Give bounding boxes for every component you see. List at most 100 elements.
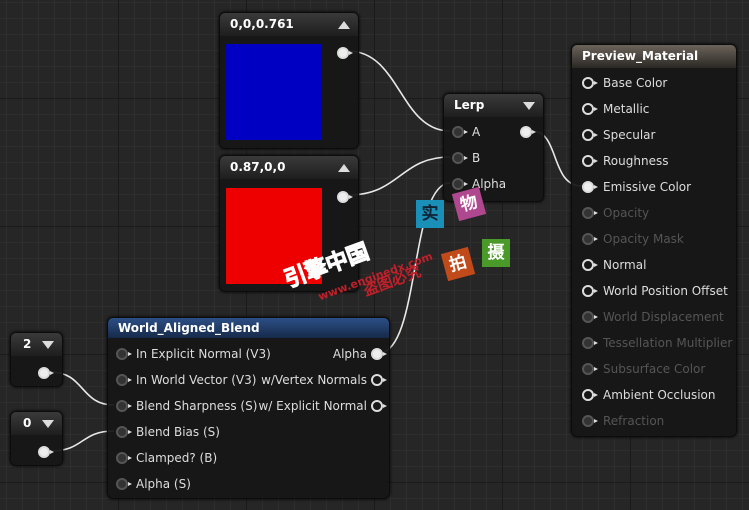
input-pin[interactable] [582,337,598,349]
collapse-arrow-icon[interactable] [338,21,350,29]
input-label: B [472,151,481,165]
input-pin-b[interactable] [452,152,468,164]
expand-arrow-icon[interactable] [42,341,54,349]
wire-blue-to-lerp-a [347,50,451,132]
input-label: Specular [603,128,656,142]
input-pin[interactable] [582,233,598,245]
output-row[interactable]: w/ Explicit Normal [258,397,387,415]
expand-arrow-icon[interactable] [523,102,535,110]
input-label: World Displacement [603,310,724,324]
node-value: 2 [23,337,32,351]
input-label: Blend Sharpness (S) [136,399,258,413]
input-pin[interactable] [582,77,598,89]
output-pin[interactable] [371,400,387,412]
input-pin[interactable] [582,259,598,271]
input-label: Tessellation Multiplier [603,336,733,350]
input-label: Roughness [603,154,669,168]
constant-node-0[interactable]: 0 [10,411,63,466]
input-label: Opacity Mask [603,232,684,246]
input-label: In Explicit Normal (V3) [136,347,271,361]
input-pin[interactable] [116,426,132,438]
material-input-row[interactable]: Refraction [582,412,664,430]
material-input-row[interactable]: Metallic [582,100,649,118]
material-input-row[interactable]: Tessellation Multiplier [582,334,732,352]
material-input-row[interactable]: World Displacement [582,308,724,326]
material-input-row[interactable]: Base Color [582,74,667,92]
input-pin[interactable] [116,348,132,360]
input-pin[interactable] [582,207,598,219]
input-row[interactable]: Blend Sharpness (S) [116,397,257,415]
input-label: Metallic [603,102,650,116]
node-title: 0,0,0.761 [230,17,294,31]
input-pin[interactable] [582,285,598,297]
input-row[interactable]: Alpha (S) [116,475,191,493]
input-pin[interactable] [582,129,598,141]
input-pin[interactable] [116,374,132,386]
lerp-node[interactable]: Lerp A B Alpha [443,93,544,202]
input-row[interactable]: Blend Bias (S) [116,423,220,441]
input-pin[interactable] [582,363,598,375]
output-label: Alpha [332,347,367,361]
output-label: w/Vertex Normals [261,373,367,387]
input-label: Blend Bias (S) [136,425,220,439]
input-label: Refraction [603,414,665,428]
node-title: World_Aligned_Blend [118,321,260,335]
input-label: In World Vector (V3) [136,373,257,387]
input-pin[interactable] [116,452,132,464]
collapse-arrow-icon[interactable] [338,164,350,172]
output-pin[interactable] [520,126,536,138]
input-pin[interactable] [582,181,598,193]
world-aligned-blend-node[interactable]: World_Aligned_Blend In Explicit Normal (… [107,317,390,499]
input-row[interactable]: In Explicit Normal (V3) [116,345,271,363]
input-pin[interactable] [582,415,598,427]
material-input-row[interactable]: Ambient Occlusion [582,386,715,404]
watermark-tile: 摄 [482,239,510,267]
input-label: Base Color [603,76,668,90]
material-input-row[interactable]: Opacity Mask [582,230,684,248]
output-pin[interactable] [337,191,353,203]
input-label: Clamped? (B) [136,451,218,465]
material-input-row[interactable]: World Position Offset [582,282,728,300]
input-label: Normal [603,258,647,272]
input-row[interactable]: In World Vector (V3) [116,371,256,389]
input-row[interactable]: Clamped? (B) [116,449,217,467]
node-title: Lerp [454,98,485,112]
input-pin[interactable] [582,389,598,401]
input-label: Subsurface Color [603,362,706,376]
material-input-row[interactable]: Subsurface Color [582,360,705,378]
output-pin[interactable] [38,446,54,458]
output-pin[interactable] [38,367,54,379]
output-pin[interactable] [337,47,353,59]
material-input-row[interactable]: Emissive Color [582,178,691,196]
material-input-row[interactable]: Opacity [582,204,649,222]
expand-arrow-icon[interactable] [42,420,54,428]
input-label: Emissive Color [603,180,692,194]
material-input-row[interactable]: Roughness [582,152,668,170]
watermark-tile: 实 [416,200,444,228]
constant-node-2[interactable]: 2 [10,332,63,387]
output-row[interactable]: Alpha [332,345,387,363]
material-input-row[interactable]: Specular [582,126,655,144]
input-pin[interactable] [116,478,132,490]
input-pin[interactable] [116,400,132,412]
input-label: Ambient Occlusion [603,388,716,402]
input-pin[interactable] [582,155,598,167]
output-label: w/ Explicit Normal [258,399,367,413]
input-label: Opacity [603,206,650,220]
wire-red-to-lerp-b [347,156,451,196]
input-label: Alpha (S) [136,477,191,491]
input-pin[interactable] [582,311,598,323]
material-input-row[interactable]: Normal [582,256,646,274]
output-pin[interactable] [371,348,387,360]
input-label: World Position Offset [603,284,728,298]
preview-material-node[interactable]: Preview_Material Base Color Metallic Specu… [571,44,737,437]
input-pin[interactable] [582,103,598,115]
vector-param-node-blue[interactable]: 0,0,0.761 [219,12,359,149]
output-row[interactable]: w/Vertex Normals [261,371,387,389]
input-pin-a[interactable] [452,126,468,138]
output-pin[interactable] [371,374,387,386]
input-pin-alpha[interactable] [452,178,468,190]
color-swatch [226,44,322,140]
node-title: Preview_Material [582,49,699,63]
input-label: A [472,125,481,139]
